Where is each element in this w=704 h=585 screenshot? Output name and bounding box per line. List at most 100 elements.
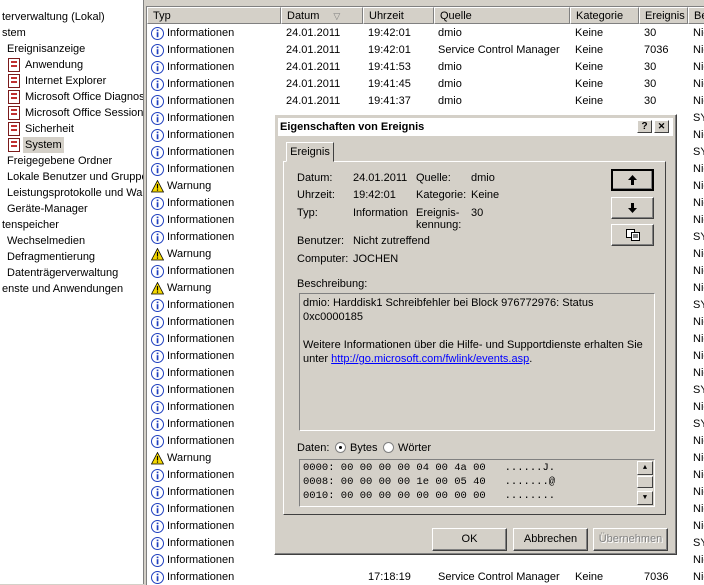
help-button[interactable]: ? <box>637 120 652 133</box>
id-cell: 30 <box>644 95 657 107</box>
data-row: 0010: 00 00 00 00 00 00 00 00 ........ <box>303 490 556 502</box>
tree-item[interactable]: Freigegebene Ordner <box>5 153 114 169</box>
tree-item-label: Internet Explorer <box>25 75 107 87</box>
description-text: dmio: Harddisk1 Schreibfehler bei Block … <box>303 296 651 366</box>
tree-item[interactable]: stem <box>0 25 28 41</box>
information-icon <box>151 316 164 329</box>
table-row[interactable]: Informationen 24.01.2011 19:41:45 dmio Keine… <box>147 76 704 93</box>
tree-item[interactable]: Anwendung <box>8 57 85 73</box>
bytes-radio[interactable]: Bytes <box>335 442 378 454</box>
user-cell: Nie <box>693 435 704 447</box>
tree-item[interactable]: Lokale Benutzer und Gruppe <box>5 169 143 185</box>
description-label: Beschreibung: <box>297 278 368 290</box>
column-header[interactable]: Ereignis <box>639 7 688 24</box>
table-row[interactable]: Informationen 24.01.2011 19:41:53 dmio Keine… <box>147 59 704 76</box>
type-cell: Informationen <box>147 229 281 246</box>
column-header-label: Typ <box>153 10 171 22</box>
words-radio[interactable]: Wörter <box>383 442 431 454</box>
tree-item[interactable]: Sicherheit <box>8 121 76 137</box>
tree-item[interactable]: Leistungsprotokolle und War <box>5 185 143 201</box>
cat-cell: Keine <box>575 571 604 583</box>
tree-item[interactable]: Wechselmedien <box>5 233 87 249</box>
table-row[interactable]: Informationen 24.01.2011 19:41:37 dmio Keine… <box>147 93 704 110</box>
tree-item[interactable]: Internet Explorer <box>8 73 108 89</box>
information-icon <box>151 418 164 431</box>
tree-item[interactable]: terverwaltung (Lokal) <box>0 9 107 25</box>
tree-item[interactable]: Microsoft Office Session <box>8 105 144 121</box>
tree-item-label: terverwaltung (Lokal) <box>2 11 105 23</box>
information-icon <box>151 129 164 142</box>
event-log-icon <box>8 122 20 136</box>
column-header[interactable]: Typ <box>147 7 281 24</box>
column-header[interactable]: Quelle <box>434 7 570 24</box>
data-row: 0000: 00 00 00 00 04 00 4a 00 ......J. <box>303 462 556 474</box>
copy-button[interactable] <box>611 224 654 246</box>
scroll-down-icon[interactable]: ▼ <box>637 491 653 505</box>
user-cell: Nie <box>693 350 704 362</box>
dialog-titlebar[interactable]: Eigenschaften von Ereignis ? ✕ <box>278 118 673 136</box>
information-icon <box>151 231 164 244</box>
description-link[interactable]: http://go.microsoft.com/fwlink/events.as… <box>331 353 529 365</box>
user-cell: Nie <box>693 78 704 90</box>
user-cell: Nie <box>693 333 704 345</box>
next-event-button[interactable] <box>611 197 654 219</box>
warning-icon <box>151 452 164 465</box>
id-cell: 7036 <box>644 571 669 583</box>
data-box[interactable]: 0000: 00 00 00 00 04 00 4a 00 ......J. 0… <box>299 459 655 507</box>
tab-ereignis[interactable]: Ereignis <box>286 142 334 162</box>
scroll-up-icon[interactable]: ▲ <box>637 461 653 475</box>
cancel-button[interactable]: Abbrechen <box>513 528 588 551</box>
type-cell: Informationen <box>147 535 281 552</box>
warning-icon <box>151 282 164 295</box>
type-cell: Informationen <box>147 433 281 450</box>
information-icon <box>151 554 164 567</box>
time-label: Uhrzeit: <box>297 189 335 201</box>
warning-icon <box>151 180 164 193</box>
tree-item[interactable]: System <box>8 137 64 153</box>
id-cell: 7036 <box>644 44 669 56</box>
tree-item[interactable]: Datenträgerverwaltung <box>5 265 120 281</box>
column-header[interactable]: Kategorie <box>570 7 639 24</box>
cat-cell: Keine <box>575 78 604 90</box>
tree-item[interactable]: tenspeicher <box>0 217 61 233</box>
tree-item[interactable]: Microsoft Office Diagnos <box>8 89 143 105</box>
type-label: Informationen <box>167 299 235 311</box>
information-icon <box>151 61 164 74</box>
data-scrollbar[interactable]: ▲ ▼ <box>637 461 653 505</box>
column-header[interactable]: Datum ▽ <box>281 7 363 24</box>
previous-event-button[interactable] <box>611 169 654 191</box>
tree-item-label: Microsoft Office Session <box>25 107 144 119</box>
type-label: Informationen <box>167 61 235 73</box>
type-cell: Warnung <box>147 280 281 297</box>
table-row[interactable]: Informationen 24.01.2011 19:42:01 Service C… <box>147 42 704 59</box>
time-cell: 19:41:53 <box>368 61 411 73</box>
date-cell: 24.01.2011 <box>286 61 341 73</box>
type-cell: Warnung <box>147 246 281 263</box>
user-cell: SY <box>693 231 704 243</box>
tree-item[interactable]: Ereignisanzeige <box>5 41 87 57</box>
tree-item-label: Defragmentierung <box>7 251 96 263</box>
scroll-thumb[interactable] <box>637 476 653 488</box>
tree-item[interactable]: Geräte-Manager <box>5 201 90 217</box>
type-cell: Informationen <box>147 399 281 416</box>
tree-item-label: Sicherheit <box>25 123 74 135</box>
tree-item-label: enste und Anwendungen <box>2 283 124 295</box>
time-cell: 19:42:01 <box>368 27 411 39</box>
table-row[interactable]: Informationen 24.01.2011 19:42:01 dmio Keine… <box>147 25 704 42</box>
column-header[interactable]: Uhrzeit <box>363 7 434 24</box>
column-header-label: Kategorie <box>576 10 624 22</box>
user-cell: Nie <box>693 180 704 192</box>
tree-item[interactable]: Defragmentierung <box>5 249 97 265</box>
close-button[interactable]: ✕ <box>654 120 669 133</box>
event-properties-dialog: Eigenschaften von Ereignis ? ✕ Ereignis … <box>274 114 677 555</box>
console-tree[interactable]: terverwaltung (Lokal) stem Ereignisanzeige… <box>0 0 144 584</box>
date-cell: 24.01.2011 <box>286 95 341 107</box>
column-header[interactable]: Be <box>688 7 704 24</box>
description-box[interactable]: dmio: Harddisk1 Schreibfehler bei Block … <box>299 293 655 431</box>
table-row[interactable]: Informationen 17:18:19 Service Control Man… <box>147 569 704 585</box>
tree-item[interactable]: enste und Anwendungen <box>0 281 125 297</box>
apply-button[interactable]: Übernehmen <box>593 528 668 551</box>
user-cell: Nie <box>693 129 704 141</box>
ok-button[interactable]: OK <box>432 528 507 551</box>
information-icon <box>151 112 164 125</box>
